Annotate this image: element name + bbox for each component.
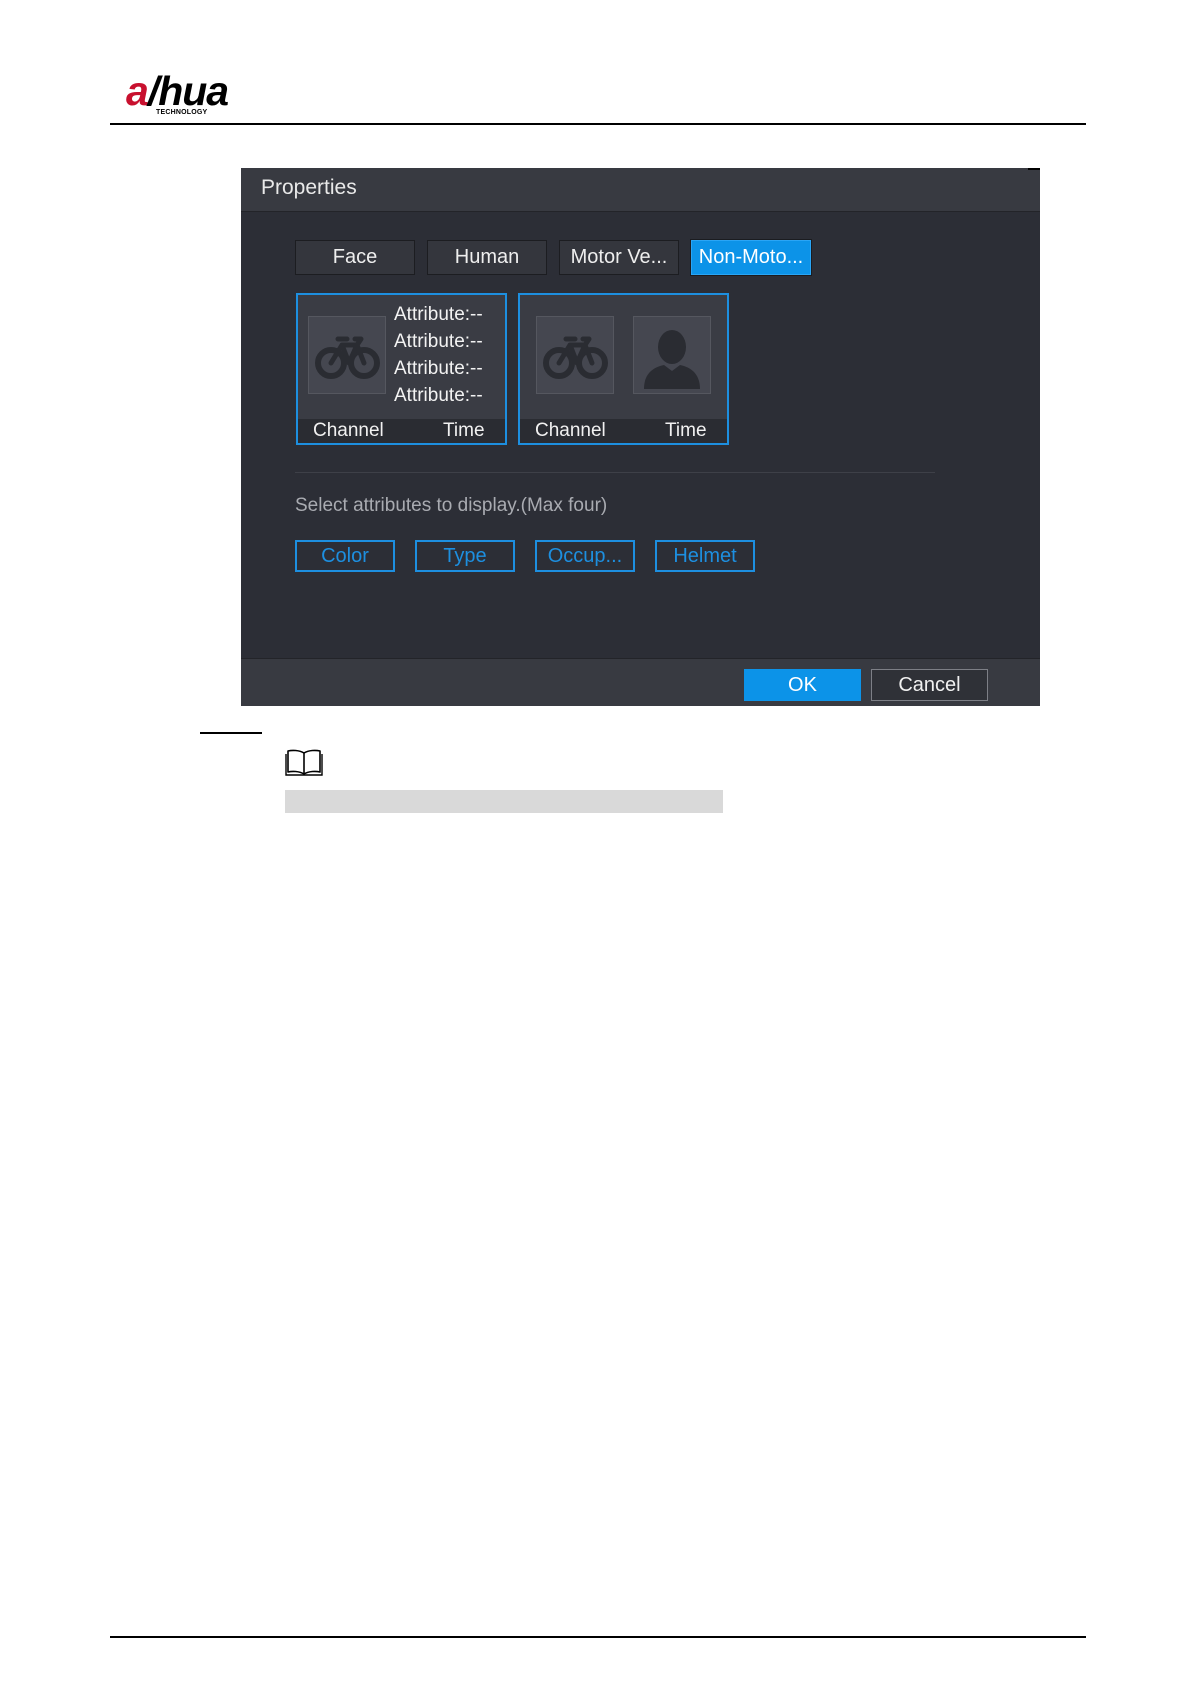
properties-dialog: Properties Face Human Motor Ve... Non-Mo… (241, 168, 1040, 706)
tab-human[interactable]: Human (427, 240, 547, 275)
card-footer: Channel Time (298, 419, 505, 443)
logo-wordmark: a/hua (126, 68, 229, 114)
note-text-placeholder (285, 790, 723, 813)
tab-face[interactable]: Face (295, 240, 415, 275)
bicycle-icon (536, 316, 614, 394)
section-divider (295, 472, 935, 473)
attribute-line: Attribute:-- (394, 358, 483, 379)
person-icon (633, 316, 711, 394)
cancel-button[interactable]: Cancel (871, 669, 988, 701)
attribute-line: Attribute:-- (394, 304, 483, 325)
footer-rule (110, 1636, 1086, 1638)
preview-card-attributes[interactable]: Attribute:-- Attribute:-- Attribute:-- A… (296, 293, 507, 445)
tab-non-motor-vehicle[interactable]: Non-Moto... (691, 240, 811, 275)
step-rule (200, 732, 262, 734)
preview-card-images[interactable]: Channel Time (518, 293, 729, 445)
attribute-occupant-button[interactable]: Occup... (535, 540, 635, 572)
card-footer: Channel Time (520, 419, 727, 443)
logo-subtitle: TECHNOLOGY (156, 109, 208, 116)
channel-label: Channel (535, 420, 606, 441)
tab-motor-vehicle[interactable]: Motor Ve... (559, 240, 679, 275)
time-label: Time (665, 420, 707, 441)
dialog-corner-mark (1028, 168, 1040, 170)
channel-label: Channel (313, 420, 384, 441)
dialog-footer: OK Cancel (241, 658, 1040, 706)
attribute-hint: Select attributes to display.(Max four) (295, 495, 608, 516)
ok-button[interactable]: OK (744, 669, 861, 701)
attribute-line: Attribute:-- (394, 331, 483, 352)
attribute-helmet-button[interactable]: Helmet (655, 540, 755, 572)
book-icon (285, 748, 323, 776)
dialog-title: Properties (261, 176, 357, 199)
attribute-line: Attribute:-- (394, 385, 483, 406)
attribute-type-button[interactable]: Type (415, 540, 515, 572)
header-rule (110, 123, 1086, 125)
time-label: Time (443, 420, 485, 441)
attribute-color-button[interactable]: Color (295, 540, 395, 572)
dahua-logo: a/hua TECHNOLOGY (120, 68, 260, 120)
dialog-titlebar: Properties (241, 168, 1040, 212)
bicycle-icon (308, 316, 386, 394)
